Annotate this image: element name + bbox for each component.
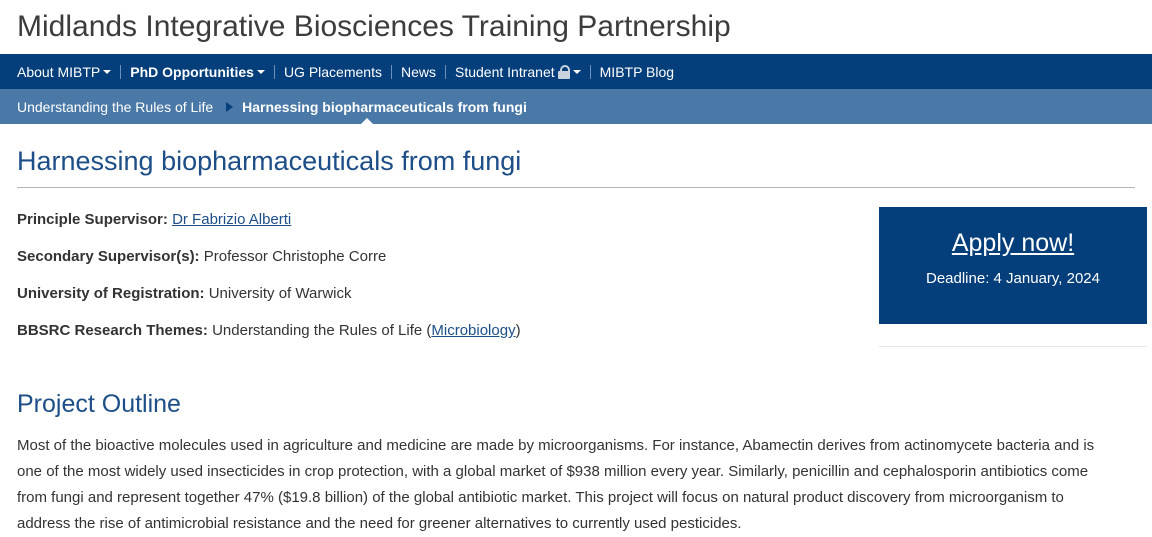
research-themes-value: Understanding the Rules of Life ( xyxy=(212,322,432,339)
nav-item-student-intranet[interactable]: Student Intranet xyxy=(446,54,590,89)
project-details: Principle Supervisor: Dr Fabrizio Albert… xyxy=(17,211,857,359)
university-value: University of Warwick xyxy=(208,285,352,302)
caret-down-icon xyxy=(572,69,581,74)
project-outline-heading: Project Outline xyxy=(17,390,181,418)
research-themes-row: BBSRC Research Themes: Understanding the… xyxy=(17,322,857,359)
principal-supervisor-row: Principle Supervisor: Dr Fabrizio Albert… xyxy=(17,211,857,248)
nav-item-mibtp-blog[interactable]: MIBTP Blog xyxy=(591,54,683,89)
secondary-supervisor-label: Secondary Supervisor(s): xyxy=(17,248,200,265)
nav-item-label: News xyxy=(400,63,436,80)
nav-item-label: PhD Opportunities xyxy=(130,63,254,80)
page-title: Harnessing biopharmaceuticals from fungi xyxy=(17,146,1135,188)
nav-item-news[interactable]: News xyxy=(392,54,445,89)
site-title[interactable]: Midlands Integrative Biosciences Trainin… xyxy=(0,0,1152,54)
subnav-item-current[interactable]: Harnessing biopharmaceuticals from fungi xyxy=(242,99,527,115)
nav-item-about-mibtp[interactable]: About MIBTP xyxy=(8,54,120,89)
research-themes-label: BBSRC Research Themes: xyxy=(17,322,208,339)
caret-down-icon xyxy=(256,69,265,74)
nav-item-label: UG Placements xyxy=(283,63,382,80)
nav-item-label: Student Intranet xyxy=(455,63,555,80)
subnav-item-parent[interactable]: Understanding the Rules of Life xyxy=(17,99,213,115)
sub-nav: Understanding the Rules of Life Harnessi… xyxy=(0,89,1152,124)
lock-icon xyxy=(557,65,570,79)
apply-now-link[interactable]: Apply now! xyxy=(879,229,1147,258)
apply-deadline: Deadline: 4 January, 2024 xyxy=(925,270,1100,287)
triangle-right-icon xyxy=(226,101,234,112)
apply-box: Apply now! Deadline: 4 January, 2024 xyxy=(879,207,1147,324)
university-row: University of Registration: University o… xyxy=(17,285,857,322)
university-label: University of Registration: xyxy=(17,285,205,302)
main-nav: About MIBTP PhD Opportunities UG Placeme… xyxy=(0,54,1152,89)
divider xyxy=(879,346,1147,347)
nav-item-label: About MIBTP xyxy=(17,63,101,80)
project-outline-text: Most of the bioactive molecules used in … xyxy=(17,437,1095,532)
principal-supervisor-label: Principle Supervisor: xyxy=(17,211,168,228)
active-indicator xyxy=(361,118,373,124)
microbiology-link[interactable]: Microbiology xyxy=(431,322,515,339)
nav-item-ug-placements[interactable]: UG Placements xyxy=(275,54,391,89)
caret-down-icon xyxy=(103,69,112,74)
nav-item-label: MIBTP Blog xyxy=(599,63,675,80)
secondary-supervisor-value: Professor Christophe Corre xyxy=(203,248,387,265)
research-themes-close: ) xyxy=(515,322,521,339)
nav-item-phd-opportunities[interactable]: PhD Opportunities xyxy=(121,54,274,89)
principal-supervisor-link[interactable]: Dr Fabrizio Alberti xyxy=(172,211,291,228)
secondary-supervisor-row: Secondary Supervisor(s): Professor Chris… xyxy=(17,248,857,285)
